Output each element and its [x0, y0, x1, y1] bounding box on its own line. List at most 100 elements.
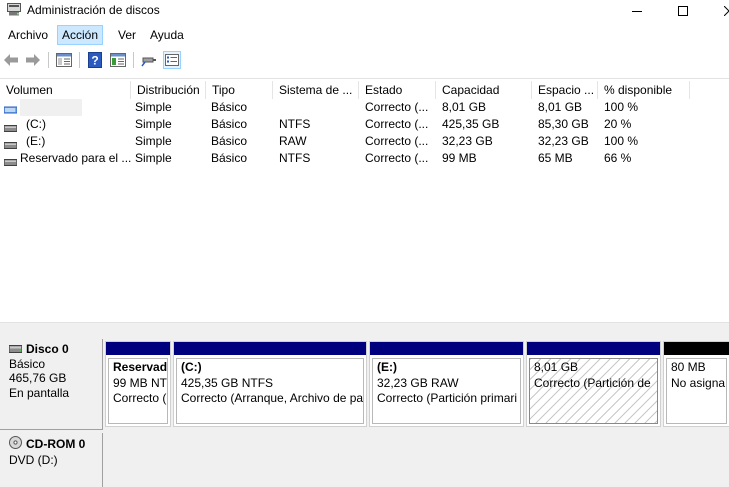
column-tipo[interactable]: Tipo	[206, 81, 273, 99]
volume-status: Correcto (...	[365, 134, 429, 148]
volume-layout: Simple	[135, 134, 172, 148]
volume-type: Básico	[211, 100, 248, 114]
volume-row[interactable]: Reservado para el ... Simple Básico NTFS…	[0, 150, 729, 167]
volume-list: Volumen Distribución Tipo Sistema de ...…	[0, 78, 729, 322]
volume-free-space: 32,23 GB	[538, 134, 589, 148]
properties-icon[interactable]	[109, 51, 127, 69]
column-porcentaje-disponible[interactable]: % disponible	[598, 81, 690, 99]
window-title: Administración de discos	[27, 3, 160, 17]
maximize-button[interactable]	[660, 0, 706, 22]
partition-status: Correcto (	[113, 391, 167, 405]
volume-layout: Simple	[135, 151, 172, 165]
volume-free-space: 8,01 GB	[538, 100, 583, 114]
partition-status: No asigna	[671, 375, 726, 390]
volume-row[interactable]: (E:) Simple Básico RAW Correcto (... 32,…	[0, 133, 729, 150]
removable-volume-icon	[3, 103, 18, 117]
svg-text:?: ?	[91, 54, 98, 68]
column-volumen[interactable]: Volumen	[0, 81, 131, 99]
partition-removable[interactable]: 8,01 GB Correcto (Partición de	[526, 341, 661, 427]
partition-status: Correcto (Arranque, Archivo de pa	[181, 391, 364, 405]
volume-status: Correcto (...	[365, 151, 429, 165]
menu-archivo[interactable]: Archivo	[4, 25, 52, 45]
volume-capacity: 99 MB	[442, 151, 477, 165]
partition-size: 99 MB NT	[113, 375, 168, 390]
close-button[interactable]	[706, 0, 729, 22]
disk-graphical-view: Disco 0 Básico 465,76 GB En pantalla Res…	[0, 327, 729, 487]
disk-status: En pantalla	[9, 385, 70, 400]
partition-title: (C:)	[181, 360, 202, 374]
volume-name: Reservado para el ...	[20, 151, 131, 165]
volume-percent-free: 20 %	[604, 117, 632, 131]
partition-size: 425,35 GB NTFS	[181, 375, 274, 390]
column-sistema-archivos[interactable]: Sistema de ...	[273, 81, 359, 99]
disk-type: DVD (D:)	[9, 452, 58, 467]
volume-status: Correcto (...	[365, 100, 429, 114]
disk-type: Básico	[9, 356, 46, 371]
toolbar: ?	[0, 48, 729, 72]
volume-filesystem: NTFS	[279, 151, 311, 165]
partition-color-bar	[664, 342, 729, 355]
volume-name	[20, 99, 82, 116]
partition-color-bar	[370, 342, 523, 355]
volume-type: Básico	[211, 134, 248, 148]
volume-list-header: Volumen Distribución Tipo Sistema de ...…	[0, 81, 729, 99]
disk-management-icon	[7, 3, 21, 16]
cdrom-0-label[interactable]: CD-ROM 0 DVD (D:)	[0, 433, 103, 487]
volume-capacity: 425,35 GB	[442, 117, 500, 131]
menu-bar: Archivo Acción Ver Ayuda	[0, 25, 729, 45]
volume-percent-free: 66 %	[604, 151, 632, 165]
volume-capacity: 8,01 GB	[442, 100, 487, 114]
partition-e[interactable]: (E:) 32,23 GB RAW Correcto (Partición pr…	[369, 341, 524, 427]
connect-icon[interactable]	[140, 51, 158, 69]
help-icon[interactable]: ?	[86, 51, 104, 69]
volume-layout: Simple	[135, 100, 172, 114]
volume-percent-free: 100 %	[604, 100, 639, 114]
partition-title: (E:)	[377, 360, 397, 374]
volume-free-space: 85,30 GB	[538, 117, 589, 131]
volume-free-space: 65 MB	[538, 151, 573, 165]
partition-c[interactable]: (C:) 425,35 GB NTFS Correcto (Arranque, …	[173, 341, 367, 427]
disk-icon	[8, 342, 23, 357]
disk-name: Disco 0	[26, 342, 69, 356]
menu-accion[interactable]: Acción	[57, 25, 104, 45]
menu-ver[interactable]: Ver	[114, 25, 140, 45]
column-capacidad[interactable]: Capacidad	[436, 81, 532, 99]
console-tree-icon[interactable]	[55, 51, 73, 69]
minimize-button[interactable]	[614, 0, 660, 22]
partition-color-bar	[527, 342, 660, 355]
partition-size: 32,23 GB RAW	[377, 375, 459, 390]
back-arrow-icon[interactable]	[2, 51, 20, 69]
volume-status: Correcto (...	[365, 117, 429, 131]
partition-reserved[interactable]: Reservado 99 MB NT Correcto (	[105, 341, 171, 427]
column-espacio-disponible[interactable]: Espacio ...	[532, 81, 598, 99]
volume-filesystem	[273, 99, 359, 116]
title-bar: Administración de discos	[0, 0, 729, 22]
partition-color-bar	[106, 342, 170, 355]
volume-type: Básico	[211, 117, 248, 131]
partition-status: Correcto (Partición de	[534, 375, 651, 390]
column-estado[interactable]: Estado	[359, 81, 436, 99]
volume-layout: Simple	[135, 117, 172, 131]
disk-name: CD-ROM 0	[26, 437, 86, 451]
volume-type: Básico	[211, 151, 248, 165]
partition-size: 80 MB	[671, 360, 706, 374]
partition-unallocated[interactable]: 80 MB No asigna	[663, 341, 729, 427]
disk-0-label[interactable]: Disco 0 Básico 465,76 GB En pantalla	[0, 339, 103, 430]
partition-title: Reservado	[113, 360, 168, 374]
volume-row[interactable]: Simple Básico Correcto (... 8,01 GB 8,01…	[0, 99, 729, 116]
partition-status: Correcto (Partición primari	[377, 391, 518, 405]
volume-filesystem: NTFS	[279, 117, 311, 131]
cdrom-icon	[9, 436, 22, 453]
volume-percent-free: 100 %	[604, 134, 639, 148]
volume-capacity: 32,23 GB	[442, 134, 493, 148]
volume-row[interactable]: (C:) Simple Básico NTFS Correcto (... 42…	[0, 116, 729, 133]
volume-name: (C:)	[26, 117, 46, 131]
volume-filesystem: RAW	[279, 134, 307, 148]
volume-name: (E:)	[26, 134, 46, 148]
column-distribucion[interactable]: Distribución	[131, 81, 206, 99]
partition-size: 8,01 GB	[534, 360, 579, 374]
disk-size: 465,76 GB	[9, 371, 67, 385]
view-list-icon[interactable]	[163, 51, 181, 69]
menu-ayuda[interactable]: Ayuda	[146, 25, 188, 45]
forward-arrow-icon[interactable]	[24, 51, 42, 69]
